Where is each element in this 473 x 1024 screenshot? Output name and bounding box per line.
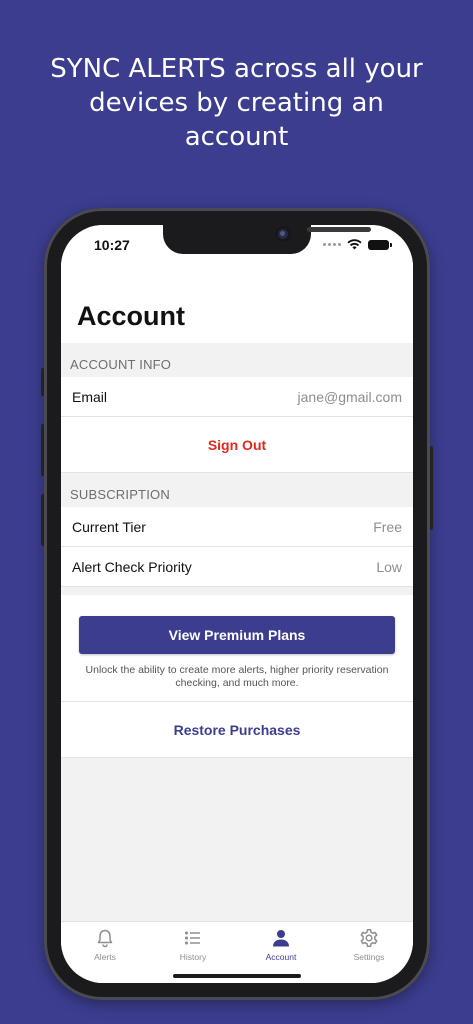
phone-notch bbox=[163, 225, 371, 254]
wifi-icon bbox=[347, 239, 362, 250]
gear-icon bbox=[360, 929, 378, 947]
email-value: jane@gmail.com bbox=[297, 388, 402, 405]
tab-account[interactable]: Account bbox=[237, 928, 325, 968]
alert-priority-value: Low bbox=[376, 558, 402, 575]
current-tier-label: Current Tier bbox=[72, 518, 146, 535]
list-icon bbox=[184, 931, 200, 945]
section-spacer bbox=[61, 587, 413, 595]
restore-purchases-button[interactable]: Restore Purchases bbox=[61, 702, 413, 758]
person-icon bbox=[273, 930, 289, 947]
current-tier-value: Free bbox=[373, 518, 402, 535]
signal-icon bbox=[323, 243, 341, 246]
phone-speaker bbox=[307, 227, 371, 232]
premium-block: View Premium Plans Unlock the ability to… bbox=[61, 595, 413, 702]
tab-history[interactable]: History bbox=[149, 928, 237, 968]
tab-account-label: Account bbox=[265, 952, 297, 962]
tab-settings[interactable]: Settings bbox=[325, 928, 413, 968]
camera-icon bbox=[275, 226, 291, 242]
current-tier-row: Current Tier Free bbox=[61, 507, 413, 547]
tab-history-label: History bbox=[179, 952, 207, 962]
page-title: Account bbox=[77, 301, 185, 331]
status-icons bbox=[323, 239, 392, 250]
alert-priority-label: Alert Check Priority bbox=[72, 558, 192, 575]
promo-headline: SYNC ALERTS across all your devices by c… bbox=[50, 54, 423, 152]
section-header-account-info: ACCOUNT INFO bbox=[61, 343, 413, 377]
status-time: 10:27 bbox=[94, 237, 130, 253]
tab-settings-label: Settings bbox=[353, 952, 385, 962]
phone-frame: 10:27 Account ACCOUNT INFO Email jane@gm… bbox=[44, 208, 430, 1000]
tab-alerts-label: Alerts bbox=[94, 952, 116, 962]
view-premium-plans-button[interactable]: View Premium Plans bbox=[79, 616, 395, 654]
alert-priority-row: Alert Check Priority Low bbox=[61, 547, 413, 587]
section-header-subscription: SUBSCRIPTION bbox=[61, 473, 413, 507]
home-indicator bbox=[173, 974, 301, 978]
bell-icon bbox=[97, 929, 113, 948]
sign-out-button[interactable]: Sign Out bbox=[61, 417, 413, 473]
phone-screen: 10:27 Account ACCOUNT INFO Email jane@gm… bbox=[61, 225, 413, 983]
email-label: Email bbox=[72, 388, 108, 405]
tab-alerts[interactable]: Alerts bbox=[61, 928, 149, 968]
battery-icon bbox=[368, 239, 392, 250]
page-header: Account bbox=[61, 269, 413, 343]
email-row: Email jane@gmail.com bbox=[61, 377, 413, 417]
premium-description: Unlock the ability to create more alerts… bbox=[85, 664, 389, 689]
